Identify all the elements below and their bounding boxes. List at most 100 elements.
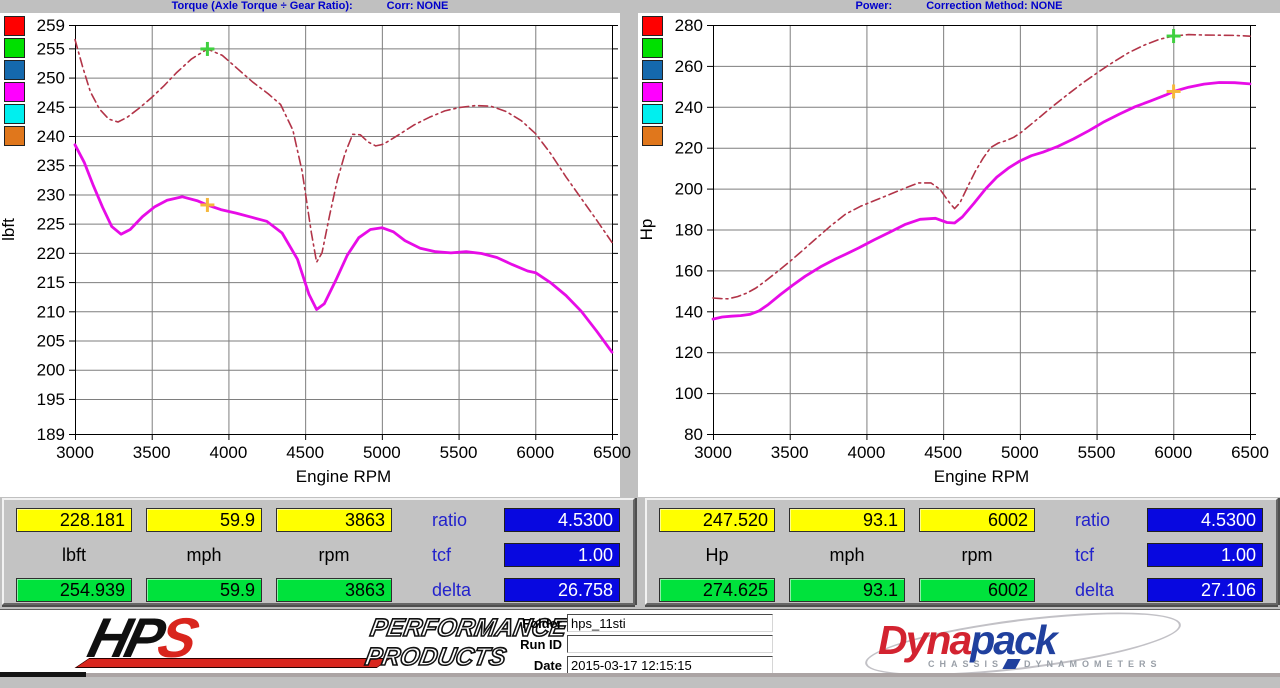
- svg-text:5500: 5500: [1078, 443, 1116, 462]
- svg-text:6000: 6000: [516, 443, 554, 462]
- taskbar-edge: [0, 673, 1280, 677]
- power-chart-body: 280 260 240 220 200 180 160 140 120 100 80 3000 3500…: [637, 13, 1280, 497]
- torque-chart-panel: Torque (Axle Torque ÷ Gear Ratio): Corr:…: [0, 0, 631, 497]
- green-mph-value: 59.9: [146, 578, 262, 602]
- svg-text:220: 220: [675, 139, 703, 158]
- svg-text:189: 189: [37, 425, 65, 444]
- folder-input[interactable]: [567, 614, 773, 632]
- svg-text:205: 205: [37, 332, 65, 351]
- yellow-run-solid-curve: [73, 143, 614, 354]
- folder-label: Folder: [522, 615, 562, 631]
- yellow-cursor-marker: [1166, 84, 1181, 99]
- unit-label-mph: mph: [829, 545, 865, 565]
- torque-header-corr: Corr: NONE: [386, 0, 449, 12]
- unit-label-mph: mph: [186, 545, 222, 565]
- dynapack-sub-chassis: CHASSIS: [928, 659, 1004, 669]
- svg-text:120: 120: [675, 343, 703, 362]
- readouts-row: 228.181 59.9 3863 ratio 4.5300 lbft mph …: [0, 497, 1280, 609]
- green-cursor-marker: [200, 41, 215, 56]
- x-axis-label: Engine RPM: [296, 467, 391, 486]
- svg-text:6500: 6500: [1231, 443, 1269, 462]
- svg-text:200: 200: [675, 180, 703, 199]
- svg-text:80: 80: [684, 425, 703, 444]
- svg-text:6000: 6000: [1154, 443, 1192, 462]
- ratio-label: ratio: [1075, 510, 1111, 530]
- green-rpm-value: 3863: [276, 578, 392, 602]
- tcf-label: tcf: [1075, 545, 1095, 565]
- svg-text:215: 215: [37, 273, 65, 292]
- svg-text:6500: 6500: [593, 443, 631, 462]
- ratio-label: ratio: [432, 510, 468, 530]
- yellow-mph-value: 59.9: [146, 508, 262, 532]
- power-plot[interactable]: 280 260 240 220 200 180 160 140 120 100 803000 3500…: [637, 13, 1280, 497]
- svg-text:5500: 5500: [440, 443, 478, 462]
- green-run-dashdot-curve: [712, 33, 1251, 300]
- power-chart-header: Power: Correction Method: NONE: [638, 0, 1280, 13]
- y-tick-labels: 280 260 240 220 200 180 160 140 120 100 80: [675, 16, 703, 444]
- dynapack-logo-dyna: Dyna: [878, 617, 972, 663]
- green-mph-value: 93.1: [789, 578, 905, 602]
- delta-value-box: 26.758: [504, 578, 620, 602]
- date-input[interactable]: [567, 656, 773, 674]
- dynapack-wedge-icon: [1002, 659, 1021, 669]
- green-hp-value: 274.625: [659, 578, 775, 602]
- svg-text:220: 220: [37, 244, 65, 263]
- delta-label: delta: [432, 580, 472, 600]
- svg-text:240: 240: [675, 98, 703, 117]
- ratio-value-box: 4.5300: [504, 508, 620, 532]
- svg-text:255: 255: [37, 39, 65, 58]
- torque-plot[interactable]: 259 255 250 245 240 235 230 225 220 215 210 205 200 1…: [0, 13, 631, 497]
- unit-label-lbft: lbft: [61, 545, 86, 565]
- dynapack-sub-dynamometers: DYNAMOMETERS: [1024, 659, 1162, 669]
- svg-text:140: 140: [675, 302, 703, 321]
- svg-text:200: 200: [37, 361, 65, 380]
- y-tick-labels: 259 255 250 245 240 235 230 225 220 215 210 205 200 1…: [37, 16, 65, 444]
- torque-readout-panel: 228.181 59.9 3863 ratio 4.5300 lbft mph …: [2, 498, 635, 605]
- svg-text:3000: 3000: [56, 443, 94, 462]
- svg-text:235: 235: [37, 156, 65, 175]
- ratio-value-box: 4.5300: [1147, 508, 1263, 532]
- y-axis-label: lbft: [0, 218, 18, 241]
- power-readout-panel: 247.520 93.1 6002 ratio 4.5300 Hp mph rp…: [645, 498, 1278, 605]
- window-resize-corner: [0, 672, 86, 677]
- gridlines: [713, 25, 1251, 435]
- svg-text:210: 210: [37, 302, 65, 321]
- run-id-label: Run ID: [520, 636, 562, 652]
- svg-text:160: 160: [675, 261, 703, 280]
- x-tick-labels: 3000 3500 4000 4500 5000 5500 6000 6500: [56, 443, 631, 462]
- plot-frame: [75, 25, 613, 435]
- svg-text:5000: 5000: [363, 443, 401, 462]
- unit-label-rpm: rpm: [961, 545, 993, 565]
- yellow-rpm-value: 6002: [919, 508, 1035, 532]
- svg-text:4500: 4500: [924, 443, 962, 462]
- svg-text:3000: 3000: [694, 443, 732, 462]
- svg-text:4000: 4000: [210, 443, 248, 462]
- svg-text:195: 195: [37, 390, 65, 409]
- x-axis-label: Engine RPM: [934, 467, 1029, 486]
- svg-text:100: 100: [675, 384, 703, 403]
- cursor-markers: [200, 41, 215, 212]
- svg-text:245: 245: [37, 98, 65, 117]
- unit-label-hp: Hp: [705, 545, 729, 565]
- svg-text:5000: 5000: [1001, 443, 1039, 462]
- gridlines: [75, 25, 613, 435]
- svg-text:240: 240: [37, 127, 65, 146]
- svg-text:180: 180: [675, 221, 703, 240]
- dyno-app-window: Torque (Axle Torque ÷ Gear Ratio): Corr:…: [0, 0, 1280, 688]
- yellow-rpm-value: 3863: [276, 508, 392, 532]
- torque-chart-body: 259 255 250 245 240 235 230 225 220 215 210 205 200 1…: [0, 13, 631, 497]
- run-id-input[interactable]: [567, 635, 773, 653]
- tcf-value-box: 1.00: [504, 543, 620, 567]
- svg-text:3500: 3500: [133, 443, 171, 462]
- charts-row: Torque (Axle Torque ÷ Gear Ratio): Corr:…: [0, 0, 1280, 497]
- tcf-value-box: 1.00: [1147, 543, 1263, 567]
- date-label: Date: [533, 657, 562, 673]
- green-run-dashdot-curve: [74, 38, 613, 263]
- power-header-title: Power:: [855, 0, 893, 12]
- torque-chart-header: Torque (Axle Torque ÷ Gear Ratio): Corr:…: [0, 0, 620, 13]
- dynapack-logo: Dynapack CHASSIS DYNAMOMETERS: [862, 599, 1188, 688]
- yellow-cursor-marker: [200, 197, 215, 212]
- svg-text:250: 250: [37, 69, 65, 88]
- run-info-form: Folder Run ID Date: [498, 614, 773, 677]
- dynapack-logo-pack: pack: [970, 617, 1057, 663]
